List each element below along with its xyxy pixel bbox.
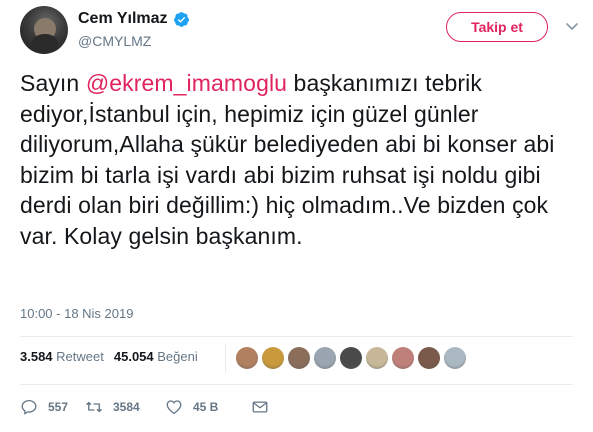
tweet-actions: 557 3584 45 B (20, 398, 269, 416)
tweet-stats: 3.584 Retweet 45.054 Beğeni (20, 349, 198, 364)
reply-icon (21, 399, 37, 415)
liker-6-avatar[interactable] (366, 347, 388, 369)
user-avatar[interactable] (20, 6, 68, 54)
reply-count: 557 (48, 400, 69, 414)
tweet-text-start: Sayın (20, 70, 86, 96)
heart-icon (166, 400, 182, 415)
stats-divider (225, 344, 226, 372)
tweet-timestamp[interactable]: 10:00 - 18 Nis 2019 (20, 306, 133, 321)
like-label[interactable]: Beğeni (157, 349, 197, 364)
retweet-action-count: 3584 (113, 400, 140, 414)
divider (20, 336, 573, 337)
chevron-down-icon[interactable] (566, 22, 578, 32)
like-button[interactable]: 45 B (165, 398, 251, 416)
follow-button[interactable]: Takip et (446, 12, 548, 42)
user-name-row: Cem Yılmaz (78, 10, 190, 28)
likers-list (236, 347, 466, 369)
tweet-text: Sayın @ekrem_imamoglu başkanımızı tebrik… (20, 68, 580, 251)
mention-link[interactable]: @ekrem_imamoglu (86, 70, 287, 96)
tweet-text-rest: başkanımızı tebrik ediyor,İstanbul için,… (20, 70, 555, 249)
like-action-count: 45 B (193, 400, 219, 414)
retweet-icon (86, 401, 102, 413)
like-count[interactable]: 45.054 (114, 349, 154, 364)
verified-badge-icon (173, 11, 189, 27)
message-button[interactable] (251, 398, 269, 416)
divider (20, 384, 573, 385)
liker-7-avatar[interactable] (392, 347, 414, 369)
liker-1-avatar[interactable] (236, 347, 258, 369)
retweet-label[interactable]: Retweet (56, 349, 104, 364)
display-name[interactable]: Cem Yılmaz (78, 10, 168, 28)
liker-2-avatar[interactable] (262, 347, 284, 369)
liker-3-avatar[interactable] (288, 347, 310, 369)
retweet-button[interactable]: 3584 (85, 398, 165, 416)
user-handle[interactable]: @CMYLMZ (78, 33, 151, 49)
avatar-beard (32, 34, 58, 52)
liker-9-avatar[interactable] (444, 347, 466, 369)
reply-button[interactable]: 557 (20, 398, 85, 416)
envelope-icon (252, 401, 268, 413)
liker-4-avatar[interactable] (314, 347, 336, 369)
retweet-count[interactable]: 3.584 (20, 349, 53, 364)
liker-8-avatar[interactable] (418, 347, 440, 369)
liker-5-avatar[interactable] (340, 347, 362, 369)
